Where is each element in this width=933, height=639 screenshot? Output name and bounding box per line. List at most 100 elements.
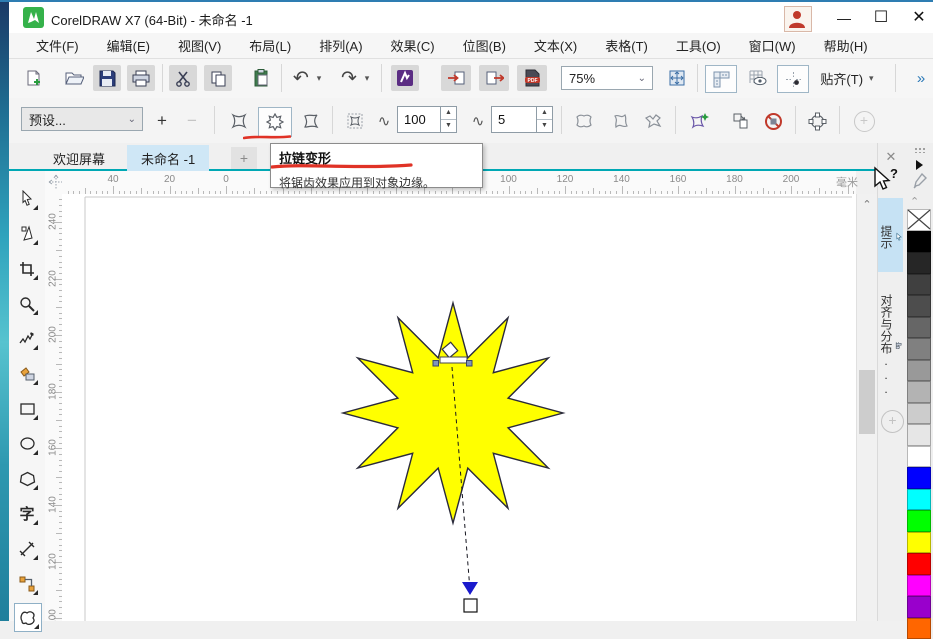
crop-tool[interactable] — [14, 255, 40, 282]
color-swatch[interactable] — [907, 403, 931, 425]
docker-close-button[interactable]: ✕ — [882, 148, 900, 166]
distort-tool[interactable] — [14, 603, 42, 632]
spin-up-icon[interactable]: ▲ — [537, 107, 552, 120]
menu-item-edit[interactable]: 编辑(E) — [93, 33, 164, 58]
spin-down-icon[interactable]: ▼ — [441, 120, 456, 132]
zipper-frequency-spinner[interactable]: 5 ▲▼ — [491, 106, 553, 133]
copy-button[interactable] — [204, 65, 232, 91]
menu-item-tools[interactable]: 工具(O) — [662, 33, 735, 58]
palette-grip-handle[interactable] — [914, 147, 926, 153]
random-distortion-button[interactable] — [570, 107, 598, 135]
color-swatch[interactable] — [907, 489, 931, 511]
distortion-arrow-handle[interactable] — [462, 582, 478, 595]
polygon-tool[interactable] — [14, 465, 40, 492]
pick-tool[interactable] — [14, 185, 40, 212]
preset-dropdown[interactable]: 预设... ⌄ — [21, 107, 143, 131]
spinner-arrows[interactable]: ▲▼ — [536, 107, 552, 132]
publish-pdf-button[interactable]: PDF — [517, 65, 547, 91]
color-swatch[interactable] — [907, 381, 931, 403]
text-tool[interactable]: 字 — [14, 500, 40, 527]
no-color-swatch[interactable] — [907, 209, 931, 231]
palette-flyout-arrow-icon[interactable] — [916, 160, 923, 170]
menu-item-window[interactable]: 窗口(W) — [735, 33, 810, 58]
docker-tab-hints[interactable]: 提示 — [878, 198, 903, 272]
menu-item-bitmaps[interactable]: 位图(B) — [449, 33, 520, 58]
color-swatch[interactable] — [907, 596, 931, 618]
rectangle-tool[interactable] — [14, 395, 40, 422]
star-shape[interactable] — [343, 303, 563, 523]
snap-options-button[interactable] — [777, 65, 809, 93]
push-pull-distortion-button[interactable] — [225, 107, 253, 135]
tab-untitled-document[interactable]: 未命名 -1 — [127, 145, 209, 171]
menu-item-view[interactable]: 视图(V) — [164, 33, 235, 58]
ruler-origin[interactable] — [45, 171, 62, 194]
spin-up-icon[interactable]: ▲ — [441, 107, 456, 120]
drawing-canvas[interactable] — [62, 194, 856, 621]
undo-dropdown[interactable]: ▾ — [313, 65, 325, 91]
connector-tool[interactable] — [14, 570, 40, 597]
color-swatch[interactable] — [907, 618, 931, 639]
convert-to-curves-button[interactable] — [803, 107, 831, 135]
color-swatch[interactable] — [907, 274, 931, 296]
new-document-button[interactable] — [21, 65, 47, 91]
color-swatch[interactable] — [907, 424, 931, 446]
color-swatch[interactable] — [907, 510, 931, 532]
show-grid-button[interactable] — [743, 65, 771, 91]
slider-end-node-left[interactable] — [433, 361, 439, 367]
minimize-button[interactable]: — — [829, 6, 859, 30]
menu-item-arrange[interactable]: 排列(A) — [305, 33, 376, 58]
account-button[interactable] — [784, 6, 812, 32]
print-button[interactable] — [127, 65, 155, 91]
vertical-ruler[interactable]: 240220200180160140120100 — [45, 194, 63, 621]
slider-end-node-right[interactable] — [467, 361, 473, 367]
zipper-distortion-button[interactable] — [258, 107, 292, 137]
export-button[interactable] — [479, 65, 509, 91]
menu-item-help[interactable]: 帮助(H) — [810, 33, 882, 58]
tab-welcome-screen[interactable]: 欢迎屏幕 — [39, 145, 119, 171]
color-swatch[interactable] — [907, 252, 931, 274]
search-content-button[interactable] — [391, 65, 419, 91]
delete-preset-button[interactable]: − — [181, 107, 203, 135]
zoom-tool[interactable] — [14, 290, 40, 317]
local-distortion-button[interactable] — [639, 107, 667, 135]
menu-item-file[interactable]: 文件(F) — [22, 33, 93, 58]
clear-distortion-button[interactable] — [759, 107, 787, 135]
color-swatch[interactable] — [907, 446, 931, 468]
redo-dropdown[interactable]: ▾ — [361, 65, 373, 91]
redo-button[interactable]: ↷ — [337, 65, 361, 91]
menu-item-table[interactable]: 表格(T) — [591, 33, 662, 58]
zoom-level-combobox[interactable]: 75% ⌄ — [561, 66, 653, 90]
fullscreen-preview-button[interactable] — [663, 65, 691, 91]
color-swatch[interactable] — [907, 231, 931, 253]
spin-down-icon[interactable]: ▼ — [537, 120, 552, 132]
paste-button[interactable] — [247, 65, 275, 91]
zipper-amplitude-spinner[interactable]: 100 ▲▼ — [397, 106, 457, 133]
palette-scroll-up[interactable]: ⌃ — [910, 195, 919, 208]
open-button[interactable] — [61, 65, 87, 91]
scrollbar-thumb[interactable] — [859, 370, 875, 434]
ellipse-tool[interactable] — [14, 430, 40, 457]
menu-item-effects[interactable]: 效果(C) — [377, 33, 449, 58]
color-swatch[interactable] — [907, 360, 931, 382]
toolbar-overflow-button[interactable]: » — [909, 65, 933, 91]
show-rulers-button[interactable] — [705, 65, 737, 93]
eyedropper-icon[interactable] — [912, 173, 927, 190]
smart-fill-tool[interactable] — [14, 360, 40, 387]
center-distortion-button[interactable] — [341, 107, 369, 135]
scroll-up-button[interactable]: ⌃ — [857, 194, 877, 216]
docker-tab-align-distribute[interactable]: 对齐与分布... — [878, 284, 903, 402]
new-distortion-button[interactable] — [685, 107, 715, 135]
color-swatch[interactable] — [907, 317, 931, 339]
dimension-tool[interactable] — [14, 535, 40, 562]
add-preset-button[interactable]: + — [151, 107, 173, 135]
cut-button[interactable] — [169, 65, 197, 91]
docker-add-button[interactable]: + — [881, 410, 904, 433]
vertical-scrollbar[interactable]: ⌃ — [856, 194, 877, 621]
close-button[interactable]: ✕ — [904, 6, 933, 30]
menu-item-text[interactable]: 文本(X) — [520, 33, 591, 58]
snap-to-button[interactable]: 贴齐(T) ▾ — [815, 65, 879, 91]
color-swatch[interactable] — [907, 338, 931, 360]
color-swatch[interactable] — [907, 532, 931, 554]
menu-item-layout[interactable]: 布局(L) — [235, 33, 305, 58]
new-tab-button[interactable]: + — [231, 147, 257, 169]
